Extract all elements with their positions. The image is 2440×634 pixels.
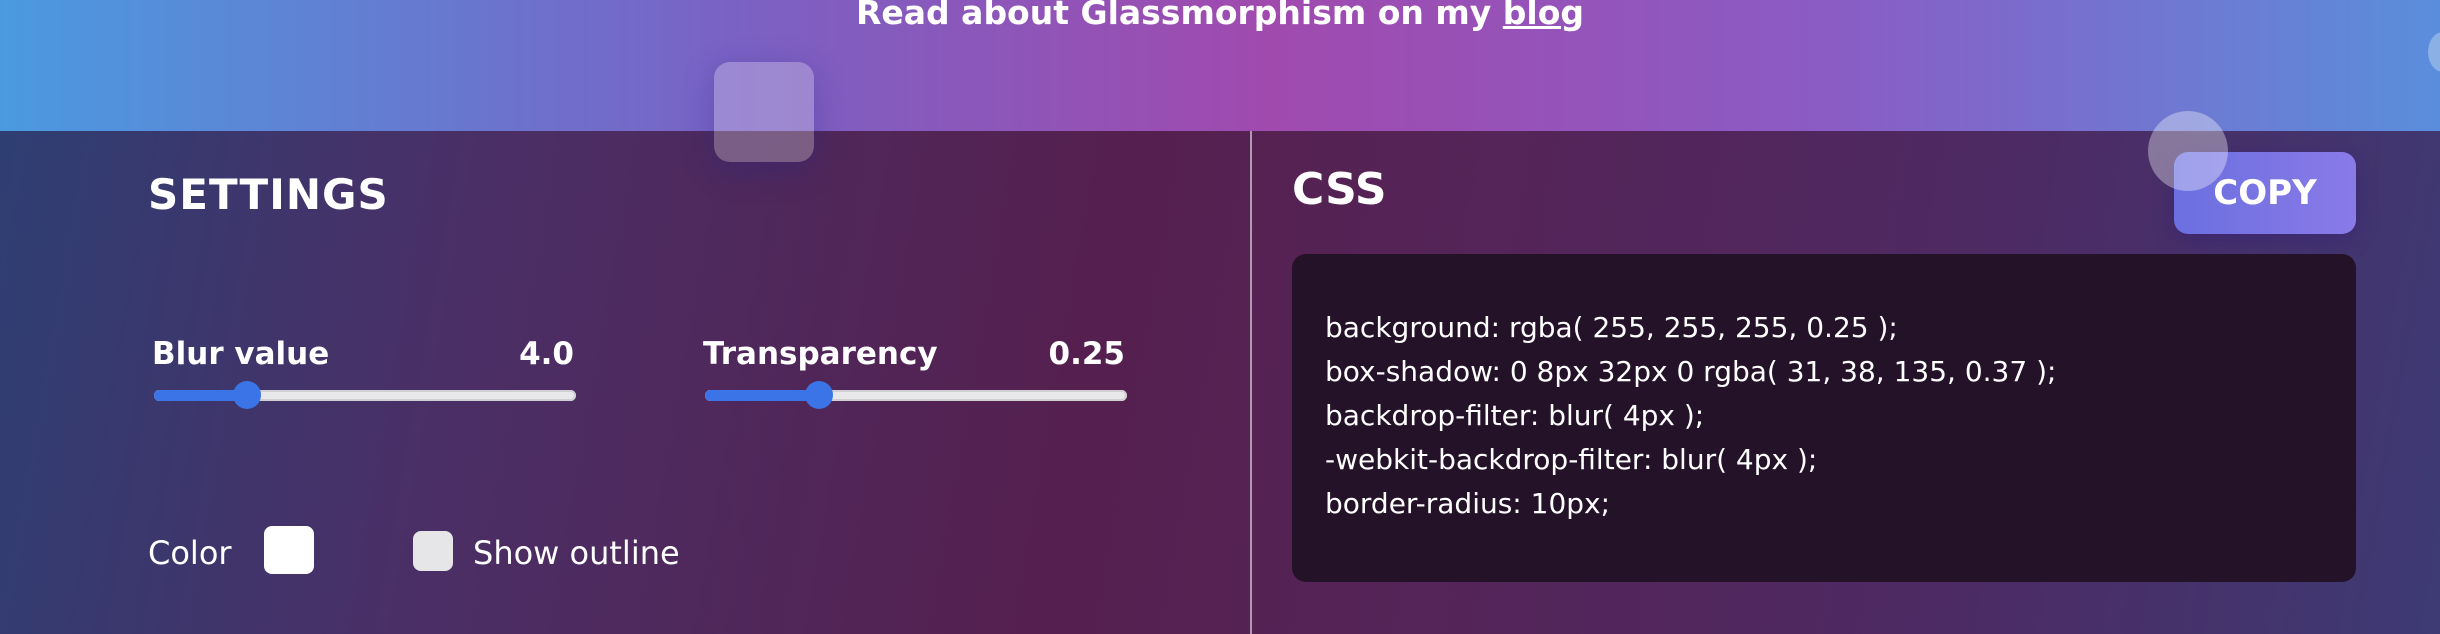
css-title: CSS [1292, 164, 1387, 215]
css-code: background: rgba( 255, 255, 255, 0.25 );… [1325, 306, 2056, 526]
glass-preview-square[interactable] [714, 62, 814, 162]
blur-label: Blur value [152, 336, 330, 372]
transparency-label: Transparency [703, 336, 938, 372]
transparency-slider-group: Transparency 0.25 [699, 336, 1127, 416]
code-line: background: rgba( 255, 255, 255, 0.25 ); [1325, 311, 1898, 344]
show-outline-checkbox[interactable] [413, 531, 453, 571]
transparency-slider-fill [705, 390, 819, 401]
blur-slider-thumb[interactable] [232, 381, 261, 409]
color-picker[interactable] [264, 526, 314, 574]
glass-preview-orb [2148, 111, 2228, 191]
blur-value: 4.0 [519, 336, 574, 372]
transparency-slider-thumb[interactable] [804, 381, 833, 409]
transparency-value: 0.25 [1048, 336, 1126, 372]
glass-preview-dot [2428, 32, 2440, 72]
code-line: border-radius: 10px; [1325, 487, 1611, 520]
banner-text-prefix: Read about Glassmorphism on my [856, 0, 1503, 32]
blog-link[interactable]: blog [1503, 0, 1584, 32]
code-line: box-shadow: 0 8px 32px 0 rgba( 31, 38, 1… [1325, 355, 2057, 388]
code-line: backdrop-filter: blur( 4px ); [1325, 399, 1705, 432]
code-line: -webkit-backdrop-filter: blur( 4px ); [1325, 443, 1818, 476]
hero-banner: Read about Glassmorphism on my blog [0, 0, 2440, 162]
transparency-slider[interactable] [705, 381, 1127, 409]
blur-slider[interactable] [154, 381, 576, 409]
panel-divider [1250, 131, 1252, 634]
settings-title: SETTINGS [148, 170, 389, 219]
color-label: Color [148, 534, 232, 572]
blur-slider-group: Blur value 4.0 [148, 336, 576, 416]
show-outline-label[interactable]: Show outline [473, 534, 680, 572]
banner-text: Read about Glassmorphism on my blog [0, 0, 2440, 34]
css-code-box[interactable]: background: rgba( 255, 255, 255, 0.25 );… [1292, 254, 2356, 582]
